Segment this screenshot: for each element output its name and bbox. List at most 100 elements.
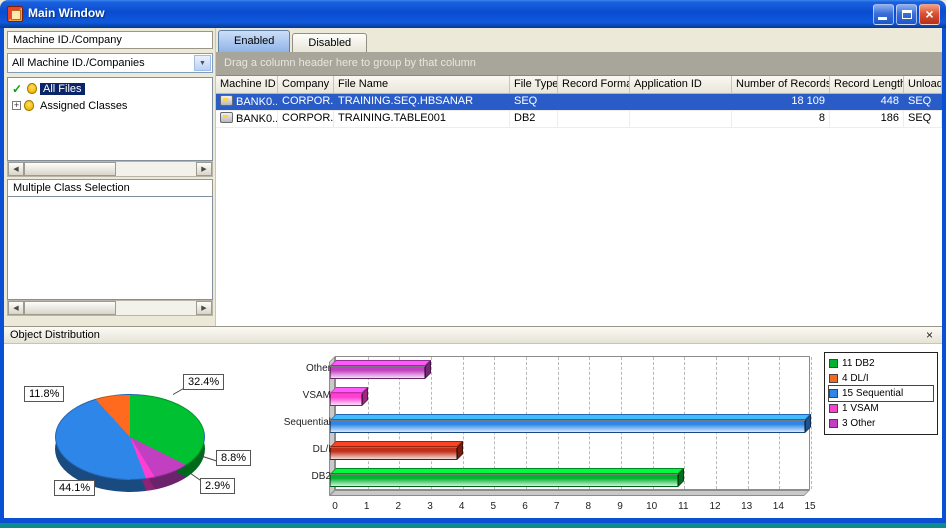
cell: DB2 <box>510 111 558 127</box>
cell: 8 <box>732 111 830 127</box>
x-tick-label: 10 <box>642 501 662 512</box>
multiple-class-selection-header: Multiple Class Selection <box>7 179 213 197</box>
cell: CORPOR... <box>278 94 334 110</box>
cell: TRAINING.SEQ.HBSANAR <box>334 94 510 110</box>
table-row[interactable]: BANK0...CORPOR...TRAINING.TABLE001DB2818… <box>216 111 942 128</box>
legend-item[interactable]: 11 DB2 <box>829 356 933 371</box>
minimize-icon <box>878 17 887 20</box>
tab-disabled[interactable]: Disabled <box>292 33 367 52</box>
column-header[interactable]: Company <box>278 76 334 94</box>
maximize-button[interactable] <box>896 4 917 25</box>
machine-company-header: Machine ID./Company <box>7 31 213 49</box>
class-horizontal-scrollbar[interactable]: ◀ ▶ <box>7 300 213 316</box>
y-category-label: Sequential <box>256 417 331 428</box>
legend-item[interactable]: 15 Sequential <box>829 386 933 401</box>
gridline <box>811 357 812 489</box>
x-tick-label: 6 <box>515 501 535 512</box>
chart-floor <box>329 490 810 496</box>
cell: SEQ <box>904 111 942 127</box>
x-tick-label: 7 <box>547 501 567 512</box>
bar <box>330 366 425 379</box>
cell <box>630 94 732 110</box>
cell: 186 <box>830 111 904 127</box>
scrollbar-track[interactable] <box>24 162 196 176</box>
cell <box>630 111 732 127</box>
bar <box>330 474 678 487</box>
tree-item-assigned-classes[interactable]: + Assigned Classes <box>8 97 212 114</box>
column-header[interactable]: Record Length <box>830 76 904 94</box>
legend-item[interactable]: 3 Other <box>829 416 933 431</box>
table-row[interactable]: BANK0...CORPOR...TRAINING.SEQ.HBSANARSEQ… <box>216 94 942 111</box>
y-category-label: Other <box>256 363 331 374</box>
tree-item-label: All Files <box>40 83 85 95</box>
group-by-panel[interactable]: Drag a column header here to group by th… <box>216 52 942 76</box>
scroll-left-icon[interactable]: ◀ <box>8 301 24 315</box>
column-header[interactable]: Record Format <box>558 76 630 94</box>
x-tick-label: 2 <box>388 501 408 512</box>
legend-swatch-icon <box>829 359 838 368</box>
title-bar[interactable]: Main Window × <box>0 0 946 28</box>
scroll-right-icon[interactable]: ▶ <box>196 162 212 176</box>
legend-label: 15 Sequential <box>842 388 903 399</box>
tree-horizontal-scrollbar[interactable]: ◀ ▶ <box>7 161 213 177</box>
x-tick-label: 1 <box>357 501 377 512</box>
column-header[interactable]: Number of Records <box>732 76 830 94</box>
bell-icon <box>24 100 34 111</box>
cell: BANK0... <box>216 111 278 127</box>
machine-company-combobox[interactable]: All Machine ID./Companies ▼ <box>7 53 213 73</box>
x-tick-label: 14 <box>768 501 788 512</box>
legend-swatch-icon <box>829 374 838 383</box>
column-header[interactable]: Application ID <box>630 76 732 94</box>
cell: 448 <box>830 94 904 110</box>
bar-chart: 0123456789101112131415OtherVSAMSequentia… <box>4 344 942 518</box>
tab-enabled[interactable]: Enabled <box>218 30 290 52</box>
cell: SEQ <box>510 94 558 110</box>
scroll-right-icon[interactable]: ▶ <box>196 301 212 315</box>
minimize-button[interactable] <box>873 4 894 25</box>
scrollbar-thumb[interactable] <box>24 162 116 176</box>
x-tick-label: 9 <box>610 501 630 512</box>
dataset-icon <box>220 95 233 106</box>
expand-plus-icon[interactable]: + <box>12 101 21 110</box>
panel-close-icon[interactable]: × <box>922 328 937 343</box>
combobox-value: All Machine ID./Companies <box>12 56 145 71</box>
bell-icon <box>27 83 37 94</box>
cell: TRAINING.TABLE001 <box>334 111 510 127</box>
cell <box>558 94 630 110</box>
x-tick-label: 15 <box>800 501 820 512</box>
main-window: Main Window × Machine ID./Company All Ma… <box>0 0 946 528</box>
legend-item[interactable]: 4 DL/I <box>829 371 933 386</box>
legend-label: 4 DL/I <box>842 373 869 384</box>
scroll-left-icon[interactable]: ◀ <box>8 162 24 176</box>
files-tree: ✓ All Files + Assigned Classes <box>7 77 213 161</box>
window-border-right <box>942 28 946 523</box>
legend-swatch-icon <box>829 404 838 413</box>
bar <box>330 447 457 460</box>
object-distribution-header: Object Distribution × <box>4 326 942 344</box>
grid-body[interactable]: BANK0...CORPOR...TRAINING.SEQ.HBSANARSEQ… <box>216 94 942 326</box>
scrollbar-track[interactable] <box>24 301 196 315</box>
x-tick-label: 4 <box>452 501 472 512</box>
chevron-down-icon[interactable]: ▼ <box>194 55 211 71</box>
legend-label: 3 Other <box>842 418 875 429</box>
close-button[interactable]: × <box>919 4 940 25</box>
window-content: Machine ID./Company All Machine ID./Comp… <box>4 28 942 518</box>
x-tick-label: 13 <box>737 501 757 512</box>
tree-item-all-files[interactable]: ✓ All Files <box>8 80 212 97</box>
maximize-icon <box>902 10 912 19</box>
cell: 18 109 <box>732 94 830 110</box>
legend-item[interactable]: 1 VSAM <box>829 401 933 416</box>
class-selection-area[interactable] <box>7 196 213 300</box>
column-header[interactable]: Unload I... <box>904 76 942 94</box>
column-header[interactable]: File Name <box>334 76 510 94</box>
y-category-label: DL/I <box>256 444 331 455</box>
charts-area: 32.4% 11.8% 44.1% 2.9% 8.8% 012345678910… <box>4 344 942 518</box>
scrollbar-thumb[interactable] <box>24 301 116 315</box>
tab-strip: Enabled Disabled <box>218 30 367 52</box>
column-header[interactable]: Machine ID <box>216 76 278 94</box>
bar <box>330 420 805 433</box>
x-tick-label: 12 <box>705 501 725 512</box>
legend-label: 1 VSAM <box>842 403 879 414</box>
column-header[interactable]: File Type <box>510 76 558 94</box>
close-icon: × <box>925 5 933 24</box>
